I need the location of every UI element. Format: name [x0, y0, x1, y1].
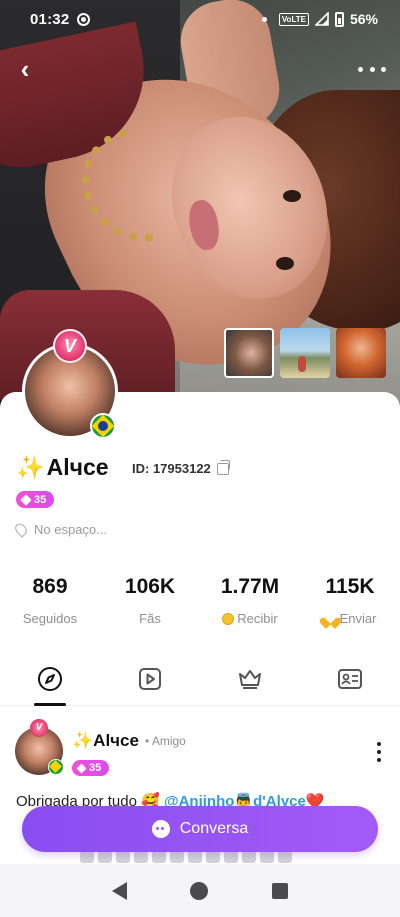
crown-icon — [239, 670, 261, 689]
status-bar: 01:32 VoLTE 56% — [0, 0, 400, 38]
level-badge: 35 — [16, 491, 55, 508]
status-indicators: VoLTE 56% — [261, 11, 378, 27]
chat-bubble-icon — [151, 820, 170, 838]
cover-photo-eye — [276, 257, 294, 270]
gift-heart-icon — [324, 613, 337, 625]
system-nav-bar — [0, 864, 400, 917]
conversa-button[interactable]: Conversa — [22, 806, 378, 852]
stat-label: Seguidos — [22, 611, 78, 626]
nav-back-icon[interactable] — [111, 881, 127, 900]
gem-icon — [76, 763, 87, 773]
screen-record-icon — [77, 12, 91, 26]
copy-icon[interactable] — [216, 459, 230, 475]
user-id[interactable]: ID: 17953122 — [132, 459, 230, 476]
stat-fans[interactable]: 106K Fãs — [100, 575, 200, 626]
location-text: No espaço... — [34, 522, 107, 537]
more-dot — [381, 66, 386, 72]
stat-sent[interactable]: 115K Enviar — [300, 575, 400, 626]
photo-thumbnail[interactable] — [224, 328, 274, 378]
signal-icon — [314, 12, 329, 26]
stat-value: 115K — [325, 575, 375, 598]
profile-name: Alчce — [46, 453, 109, 480]
stat-label: Fãs — [139, 611, 161, 626]
profile-avatar-group[interactable]: V — [22, 329, 118, 439]
stat-label: Enviar — [300, 611, 400, 626]
stat-label: Recibir — [200, 611, 300, 626]
profile-tabs — [0, 666, 400, 706]
tab-vip[interactable] — [200, 666, 300, 705]
brazil-flag-icon — [48, 759, 64, 775]
vip-badge-icon: V — [30, 719, 48, 737]
more-dot — [377, 742, 381, 746]
stat-received[interactable]: 1.77M Recibir — [200, 575, 300, 626]
id-card-icon — [338, 669, 362, 689]
more-options-icon[interactable] — [358, 60, 386, 78]
coin-icon — [222, 612, 235, 625]
notification-dot-icon — [261, 16, 267, 22]
photo-thumbnail-strip — [224, 328, 386, 378]
photo-thumbnail[interactable] — [336, 328, 386, 378]
tab-videos[interactable] — [100, 666, 200, 705]
profile-name-row: ✨ Alчce — [16, 450, 109, 484]
level-badge: 35 — [72, 760, 110, 776]
stat-value: 869 — [32, 575, 68, 598]
post-more-icon[interactable] — [376, 742, 382, 762]
more-dot — [358, 66, 363, 72]
nav-home-icon[interactable] — [190, 881, 209, 900]
post-header: ✨Alчce • Amigo — [72, 730, 186, 752]
tab-profile-info[interactable] — [300, 666, 400, 705]
video-play-icon — [139, 668, 161, 690]
stat-value: 1.77M — [220, 575, 280, 598]
nav-recents-icon[interactable] — [272, 882, 289, 899]
user-id-text: ID: 17953122 — [132, 461, 211, 476]
level-value: 35 — [34, 493, 47, 506]
more-dot — [369, 66, 375, 72]
battery-percent: 56% — [349, 11, 378, 27]
photo-thumbnail[interactable] — [280, 328, 330, 378]
cover-photo-eye — [283, 190, 301, 202]
hidden-app-strip — [80, 850, 320, 864]
conversa-label: Conversa — [179, 820, 249, 837]
gem-icon — [20, 493, 32, 506]
compass-icon — [38, 667, 62, 691]
status-time: 01:32 — [30, 10, 70, 28]
brazil-flag-icon — [90, 413, 116, 439]
location-row: No espaço... — [12, 521, 107, 538]
stat-following[interactable]: 869 Seguidos — [0, 575, 100, 626]
volte-icon: VoLTE — [278, 12, 309, 26]
post-relation: • Amigo — [144, 734, 186, 748]
location-pin-icon — [12, 521, 30, 538]
level-value: 35 — [89, 762, 102, 774]
sparkle-icon: ✨ — [16, 453, 45, 480]
tab-moments[interactable] — [0, 666, 100, 706]
back-arrow-icon[interactable]: ‹ — [12, 56, 38, 82]
vip-badge-icon: V — [53, 329, 87, 363]
more-dot — [377, 750, 381, 754]
post-author-name[interactable]: ✨Alчce — [72, 731, 139, 751]
more-dot — [377, 758, 381, 762]
battery-icon — [334, 11, 344, 27]
profile-stats: 869 Seguidos 106K Fãs 1.77M Recibir 115K… — [0, 575, 400, 626]
post-author-avatar-group[interactable]: V — [15, 719, 64, 775]
stat-value: 106K — [124, 575, 176, 598]
